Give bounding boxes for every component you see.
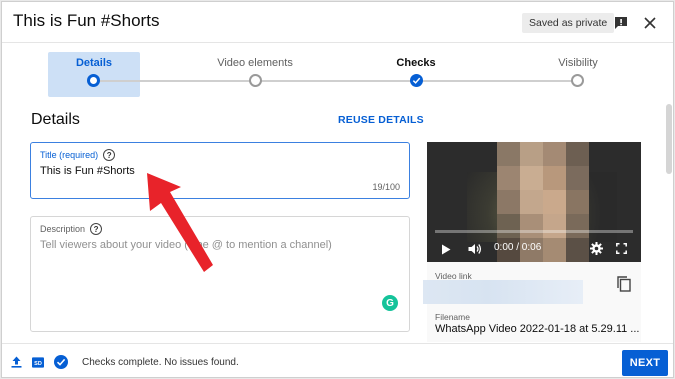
step-checks[interactable]: Checks [356,52,476,70]
description-field[interactable]: Description ? Tell viewers about your vi… [30,216,410,332]
step-dot [249,74,262,87]
section-title: Details [31,111,80,128]
reuse-details-button[interactable]: REUSE DETAILS [338,114,424,126]
step-label: Visibility [558,57,598,69]
title-input[interactable]: This is Fun #Shorts [40,165,135,177]
grammarly-icon[interactable]: G [382,295,398,311]
feedback-button[interactable] [610,12,632,34]
step-connector [100,80,250,82]
step-video-elements[interactable]: Video elements [195,52,315,70]
checkmark-icon [412,77,421,84]
feedback-icon [615,17,627,29]
title-field-label: Title (required) ? [40,149,116,161]
video-time: 0:00 / 0:06 [494,242,542,253]
filename-value: WhatsApp Video 2022-01-18 at 5.29.11 ... [435,323,640,335]
volume-icon [468,244,481,254]
video-link-blurred[interactable] [423,280,583,304]
checks-status-text: Checks complete. No issues found. [82,357,239,368]
step-visibility[interactable]: Visibility [518,52,638,70]
step-label: Checks [396,57,436,69]
fullscreen-icon [615,242,627,254]
step-details[interactable]: Details [34,52,154,70]
play-button[interactable] [439,242,453,256]
video-meta-panel: Video link Filename WhatsApp Video 2022-… [423,262,641,342]
step-label: Video elements [217,57,293,69]
volume-button[interactable] [467,242,483,256]
upload-stepper: Details Video elements Checks Visibility [2,46,673,102]
filename-label: Filename [435,312,470,322]
play-icon [442,244,451,254]
description-field-label: Description ? [40,223,103,235]
title-label-text: Title (required) [40,150,99,160]
fullscreen-button[interactable] [614,241,628,255]
settings-button[interactable] [589,241,603,255]
hd-processing-icon[interactable]: SD [32,356,44,368]
close-button[interactable] [639,12,661,34]
step-dot-active [87,74,100,87]
next-button[interactable]: NEXT [622,350,668,376]
close-icon [644,17,656,29]
step-dot-done [410,74,423,87]
description-label-text: Description [40,224,86,234]
title-char-counter: 19/100 [372,182,400,192]
video-progress-bar[interactable] [435,230,633,233]
copy-link-button[interactable] [615,275,633,293]
checks-complete-icon[interactable] [54,355,68,369]
step-dot [571,74,584,87]
dialog-footer: SD Checks complete. No issues found. NEX… [2,344,673,377]
upload-dialog: This is Fun #Shorts Saved as private Det… [1,1,674,378]
saved-status-badge: Saved as private [522,13,615,33]
description-input[interactable]: Tell viewers about your video (type @ to… [40,239,332,251]
title-field[interactable]: Title (required) ? This is Fun #Shorts 1… [30,142,410,199]
help-icon[interactable]: ? [103,149,116,161]
dialog-header: This is Fun #Shorts Saved as private [2,2,673,42]
step-connector [261,80,411,82]
video-preview[interactable]: 0:00 / 0:06 [427,142,641,262]
svg-text:SD: SD [34,360,42,366]
upload-icon[interactable] [10,356,22,368]
scrollbar[interactable] [666,104,672,174]
help-icon[interactable]: ? [90,223,103,235]
video-title-heading: This is Fun #Shorts [13,11,160,30]
step-connector [422,80,572,82]
copy-icon [617,276,631,292]
gear-icon [589,241,603,255]
step-label: Details [75,57,113,69]
header-divider [2,42,673,43]
